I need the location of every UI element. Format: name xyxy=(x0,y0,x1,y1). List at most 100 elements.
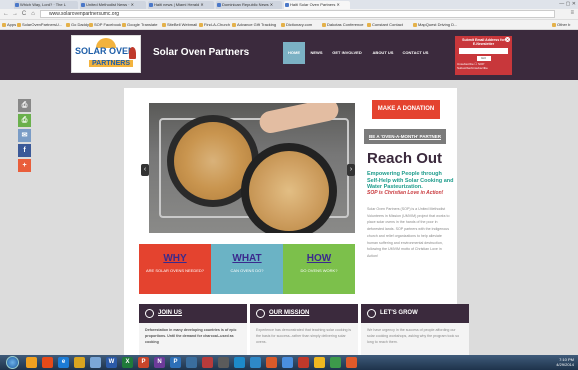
monthly-partner-button[interactable]: BE A 'OVEN-A-MONTH' PARTNER xyxy=(364,129,446,144)
chat-icon xyxy=(367,309,376,318)
print-icon[interactable]: ⎙ xyxy=(18,99,31,112)
card-header[interactable]: LET'S GROW xyxy=(361,304,469,323)
cooking-pan xyxy=(241,143,337,233)
logo-text-line1: SOLAR OVEN xyxy=(75,46,135,56)
newsletter-signup: ✕ Submit Email Address for E-Newsletter … xyxy=(455,36,512,75)
bookmark-apps[interactable]: Apps xyxy=(2,21,16,29)
nav-contact-us[interactable]: CONTACT US xyxy=(400,42,431,64)
onenote-icon[interactable]: N xyxy=(154,357,165,368)
tab-dr-news[interactable]: Dominican Republic News ✕ xyxy=(216,1,282,9)
slider-next-icon[interactable]: › xyxy=(347,164,355,176)
tab-label: Dominican Republic News ✕ xyxy=(222,2,274,7)
nav-about-us[interactable]: ABOUT US xyxy=(370,42,396,64)
publisher-icon[interactable]: P xyxy=(170,357,181,368)
home-icon[interactable]: ⌂ xyxy=(29,10,37,18)
bookmarks-bar: Apps SolarOvenPartnersU... Go Daddy SOP … xyxy=(0,20,578,30)
bookmark-constant-contact[interactable]: Constant Contact xyxy=(367,21,403,29)
navigation-bar: ← → C ⌂ www.solarovenpartnersumc.org ≡ xyxy=(0,9,578,20)
start-button[interactable] xyxy=(6,356,19,369)
tile-why-subtitle: ARE SOLAR OVENS NEEDED? xyxy=(145,268,205,273)
windows-taskbar: e W X P N P 7:10 PM 4/29/2014 xyxy=(0,355,578,370)
internet-explorer-icon[interactable]: e xyxy=(58,357,69,368)
card-title: JOIN US xyxy=(158,310,183,316)
unsubscribe-option[interactable]: Unsubscribe ☐ SOP Subscribe/Unsubscribe xyxy=(457,62,510,70)
app-icon-5[interactable] xyxy=(266,357,277,368)
tab-favicon xyxy=(149,3,153,7)
bookmark-go-daddy[interactable]: Go Daddy xyxy=(66,21,89,29)
card-our-mission: OUR MISSION Experience has demonstrated … xyxy=(250,304,358,355)
app-icon-7[interactable] xyxy=(298,357,309,368)
nav-get-involved[interactable]: GET INVOLVED xyxy=(328,42,366,64)
tile-how[interactable]: HOW DO OVENS WORK? xyxy=(283,244,355,294)
excel-icon[interactable]: X xyxy=(122,357,133,368)
bookmark-solar-oven-partners[interactable]: SolarOvenPartnersU... xyxy=(17,21,62,29)
go-button[interactable]: GO xyxy=(476,56,491,61)
app-icon-6[interactable] xyxy=(282,357,293,368)
email-icon[interactable]: ✉ xyxy=(18,129,31,142)
app-icon-2[interactable] xyxy=(218,357,229,368)
media-icon[interactable] xyxy=(42,357,53,368)
folder-icon[interactable] xyxy=(74,357,85,368)
bookmark-find-a-church[interactable]: Find-A-Church xyxy=(199,21,230,29)
card-header[interactable]: JOIN US xyxy=(139,304,247,323)
tab-label: Which Way, Lord? · The L xyxy=(20,2,66,7)
bookmark-other[interactable]: Other b xyxy=(552,21,570,29)
donate-button[interactable]: MAKE A DONATION xyxy=(372,100,440,119)
site-logo[interactable]: SOLAR OVEN PARTNERS xyxy=(71,35,141,73)
app-icon-3[interactable] xyxy=(234,357,245,368)
explorer-icon[interactable] xyxy=(26,357,37,368)
powerpoint-icon[interactable]: P xyxy=(138,357,149,368)
acrobat-icon[interactable] xyxy=(202,357,213,368)
bookmark-dictionary[interactable]: Dictionary.com xyxy=(281,21,312,29)
tile-what[interactable]: WHAT CAN OVENS DO? xyxy=(211,244,283,294)
menu-icon[interactable]: ≡ xyxy=(570,10,574,16)
tab-label: Haiti news | Miami Herald ✕ xyxy=(154,2,204,7)
tile-what-subtitle: CAN OVENS DO? xyxy=(230,268,264,273)
site-title: Solar Oven Partners xyxy=(153,47,250,58)
tile-why[interactable]: WHY ARE SOLAR OVENS NEEDED? xyxy=(139,244,211,294)
bookmark-sitebell-webmail[interactable]: SiteBell Webmail xyxy=(162,21,197,29)
card-lets-grow: LET'S GROW We have urgency in the succes… xyxy=(361,304,469,355)
app-icon-4[interactable] xyxy=(250,357,261,368)
forward-icon[interactable]: → xyxy=(11,10,19,18)
facebook-icon[interactable]: f xyxy=(18,144,31,157)
tab-which-way[interactable]: Which Way, Lord? · The L xyxy=(14,1,78,9)
word-icon[interactable]: W xyxy=(106,357,117,368)
card-text: Deforestation in many developing countri… xyxy=(139,323,247,349)
tab-solar-oven[interactable]: Haiti Solar Oven Partners ✕ xyxy=(284,1,350,9)
card-text: Experience has demonstrated that teachin… xyxy=(256,328,352,344)
app-icon[interactable] xyxy=(90,357,101,368)
bookmark-google-translate[interactable]: Google Translate xyxy=(122,21,157,29)
tab-haiti-news[interactable]: Haiti news | Miami Herald ✕ xyxy=(148,1,214,9)
app-icon-9[interactable] xyxy=(346,357,357,368)
card-header[interactable]: OUR MISSION xyxy=(250,304,358,323)
bookmark-mapquest[interactable]: MapQuest Driving D... xyxy=(413,21,457,29)
slider-prev-icon[interactable]: ‹ xyxy=(141,164,149,176)
chrome-icon[interactable] xyxy=(330,357,341,368)
address-bar[interactable]: www.solarovenpartnersumc.org xyxy=(40,10,555,18)
tab-favicon xyxy=(81,3,85,7)
app-icon-8[interactable] xyxy=(314,357,325,368)
system-tray[interactable]: 7:10 PM 4/29/2014 xyxy=(556,357,574,367)
card-title: LET'S GROW xyxy=(380,310,418,316)
bookmark-advance-gift-tracking[interactable]: Advance Gift Tracking xyxy=(232,21,276,29)
printer-friendly-icon[interactable]: ⎙ xyxy=(18,114,31,127)
slider-photo xyxy=(149,103,355,233)
email-field[interactable] xyxy=(459,48,508,54)
outlook-icon[interactable] xyxy=(186,357,197,368)
tab-umc-news[interactable]: United Methodist News · ✕ xyxy=(80,1,146,9)
bookmark-sop-facebook[interactable]: SOP Facebook xyxy=(89,21,121,29)
reload-icon[interactable]: C xyxy=(20,10,28,18)
share-more-icon[interactable]: + xyxy=(18,159,31,172)
social-share-bar: ⎙ ⎙ ✉ f + xyxy=(18,99,31,174)
browser-window: Which Way, Lord? · The L United Methodis… xyxy=(0,0,578,370)
nav-home[interactable]: HOME xyxy=(283,42,305,64)
window-controls[interactable]: — ▢ ✕ xyxy=(559,1,576,7)
bookmark-dakotas-conference[interactable]: Dakotas Conference xyxy=(322,21,363,29)
signup-label-2: E-Newsletter xyxy=(472,42,495,46)
tab-favicon xyxy=(15,3,19,7)
photo-slider[interactable] xyxy=(149,103,355,233)
close-icon[interactable]: ✕ xyxy=(505,37,510,42)
back-icon[interactable]: ← xyxy=(2,10,10,18)
nav-news[interactable]: NEWS xyxy=(308,42,325,64)
